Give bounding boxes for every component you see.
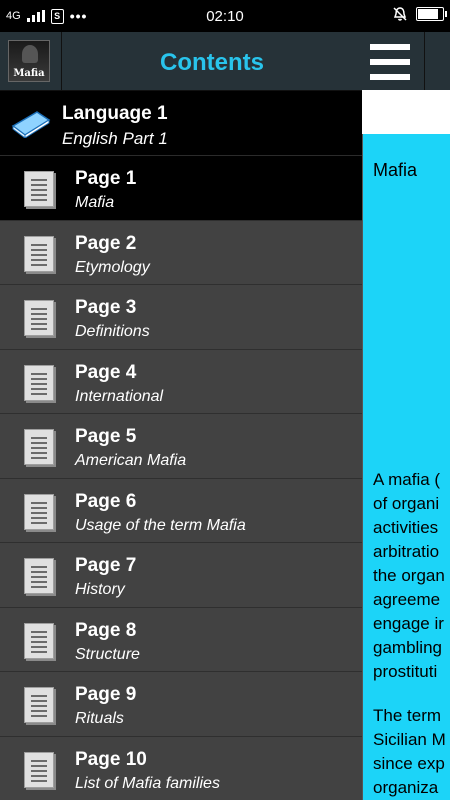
drawer-item-subtitle: International	[75, 387, 164, 405]
drawer-item-title: Page 6	[75, 490, 137, 512]
drawer-item-page-1[interactable]: Page 1 Mafia	[0, 156, 362, 221]
drawer-item-title: Page 1	[75, 168, 137, 189]
document-icon	[24, 364, 54, 401]
drawer-item-title: Page 7	[75, 555, 137, 576]
drawer-item-subtitle: Usage of the term Mafia	[75, 516, 246, 534]
content-title: Mafia	[373, 160, 418, 180]
document-icon	[24, 429, 54, 465]
drawer-item-subtitle: American Mafia	[75, 452, 187, 469]
document-icon	[24, 622, 54, 659]
language-section[interactable]: Language 1 English Part 1	[0, 91, 362, 156]
drawer-item-page-9[interactable]: Page 9 Rituals	[0, 672, 362, 737]
content-line: since exp	[373, 754, 445, 773]
navigation-drawer: Mafia Contents Language 1 English Part 1…	[0, 32, 362, 800]
content-pane: Mafia A mafia ( of organi activities arbitr…	[362, 134, 450, 800]
drawer-item-title: Page 8	[75, 619, 137, 641]
drawer-item-subtitle: List of Mafia families	[75, 774, 220, 792]
drawer-item-page-4[interactable]: Page 4 International	[0, 350, 362, 414]
drawer-item-title: Page 3	[75, 297, 137, 318]
app-logo-icon: Mafia	[8, 40, 50, 82]
content-line: arbitratio	[373, 542, 440, 561]
content-paragraph: A mafia ( of organi activities arbitratio th…	[373, 468, 450, 684]
drawer-header: Mafia Contents	[0, 32, 362, 91]
content-line: Sicilian M	[373, 730, 446, 749]
document-icon	[24, 751, 54, 788]
content-line: of organi	[373, 494, 440, 513]
drawer-item-title: Page 5	[75, 426, 137, 447]
document-icon	[24, 493, 54, 530]
document-icon	[24, 687, 54, 723]
drawer-item-subtitle: History	[75, 581, 125, 598]
content-line: A mafia (	[373, 470, 441, 489]
language-title: Language 1	[62, 103, 168, 124]
drawer-item-page-2[interactable]: Page 2 Etymology	[0, 221, 362, 285]
drawer-item-title: Page 2	[75, 232, 137, 254]
content-line: the organ	[373, 566, 445, 585]
battery-icon	[416, 7, 447, 21]
drawer-item-page-8[interactable]: Page 8 Structure	[0, 608, 362, 672]
document-icon	[24, 300, 54, 336]
drawer-item-page-7[interactable]: Page 7 History	[0, 543, 362, 608]
drawer-title: Contents	[160, 49, 264, 76]
drawer-item-subtitle: Structure	[75, 645, 140, 663]
content-line: organiza	[373, 778, 439, 797]
content-line: engage ir	[373, 614, 444, 633]
clock: 02:10	[206, 8, 244, 25]
content-line: prostituti	[373, 662, 438, 681]
drawer-item-title: Page 9	[75, 684, 137, 705]
content-tab-strip	[362, 90, 450, 134]
status-bar: 4G S ••• 02:10	[0, 0, 450, 32]
document-icon	[24, 558, 54, 594]
drawer-item-subtitle: Mafia	[75, 194, 115, 211]
content-line: activities	[373, 518, 439, 537]
menu-icon[interactable]	[370, 44, 410, 80]
content-paragraph: The term Sicilian M since exp organiza	[373, 704, 450, 800]
drawer-item-subtitle: Rituals	[75, 710, 124, 727]
drawer-item-page-10[interactable]: Page 10 List of Mafia families	[0, 737, 362, 800]
drawer-item-title: Page 4	[75, 361, 137, 383]
drawer-item-page-6[interactable]: Page 6 Usage of the term Mafia	[0, 479, 362, 543]
content-line: agreeme	[373, 590, 441, 609]
document-icon	[24, 235, 54, 272]
content-toolbar	[362, 32, 450, 90]
alarm-muted-icon	[393, 7, 407, 21]
book-icon	[11, 111, 51, 138]
content-line: gambling	[373, 638, 442, 657]
drawer-item-page-5[interactable]: Page 5 American Mafia	[0, 414, 362, 479]
language-subtitle: English Part 1	[62, 129, 168, 148]
document-icon	[24, 171, 54, 207]
drawer-item-title: Page 10	[75, 748, 147, 770]
content-line: The term	[373, 706, 442, 725]
drawer-item-subtitle: Definitions	[75, 323, 150, 340]
drawer-item-subtitle: Etymology	[75, 258, 150, 276]
drawer-item-page-3[interactable]: Page 3 Definitions	[0, 285, 362, 350]
